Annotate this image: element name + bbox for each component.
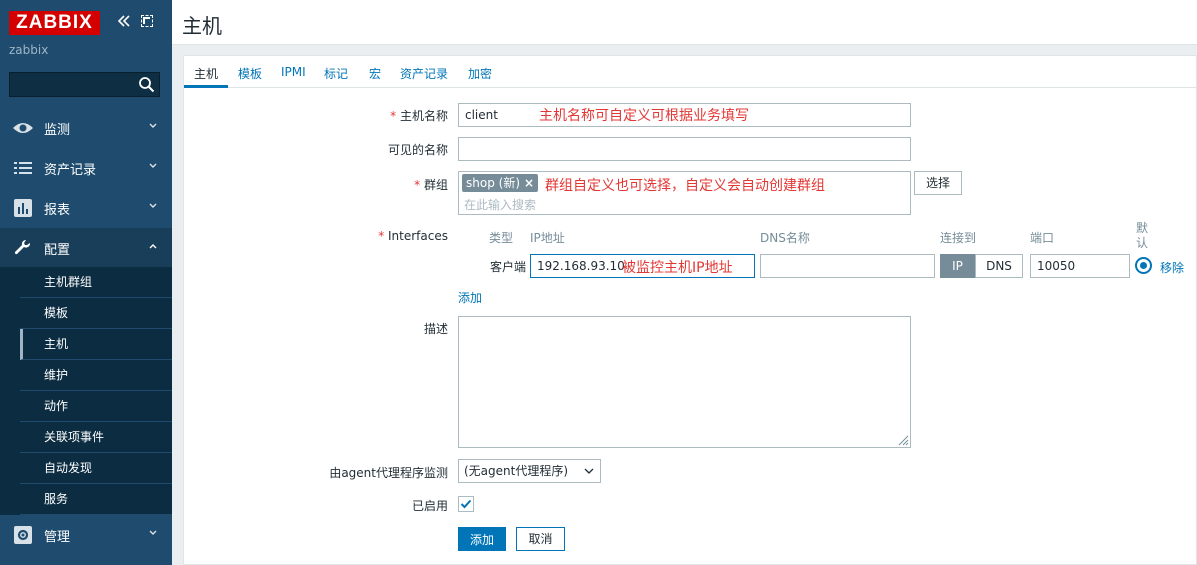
add-interface-link[interactable]: 添加 <box>458 289 482 306</box>
sidebar: ZABBIX zabbix 监测 资产记录 报表 配置 主机群组 模板 主机 维… <box>0 0 172 565</box>
gear-icon <box>12 524 34 546</box>
connect-ip-toggle[interactable]: IP <box>940 254 975 278</box>
interfaces-label: * Interfaces <box>378 229 448 243</box>
kiosk-mode-icon[interactable] <box>141 15 153 27</box>
sidebar-item-administration[interactable]: 管理 <box>0 515 172 555</box>
remove-interface-link[interactable]: 移除 <box>1160 259 1184 276</box>
sidebar-item-reports[interactable]: 报表 <box>0 188 172 228</box>
tab-bar: 主机 模板 IPMI 标记 宏 资产记录 加密 <box>184 56 1197 88</box>
submenu-item-templates[interactable]: 模板 <box>20 298 172 329</box>
bar-chart-icon <box>12 197 34 219</box>
groups-search-input[interactable]: 在此输入搜索 <box>464 196 536 213</box>
chevron-down-icon <box>149 203 157 208</box>
host-form-panel: 主机 模板 IPMI 标记 宏 资产记录 加密 <box>183 55 1197 565</box>
tab-ipmi[interactable]: IPMI <box>281 65 306 79</box>
remove-tag-icon[interactable]: × <box>524 174 534 192</box>
tab-host[interactable]: 主机 <box>194 65 218 82</box>
sidebar-item-configuration[interactable]: 配置 <box>0 228 172 268</box>
enabled-label: 已启用 <box>411 499 448 513</box>
col-header-default: 默认 <box>1136 221 1149 250</box>
zabbix-logo[interactable]: ZABBIX <box>9 11 100 35</box>
tab-templates[interactable]: 模板 <box>238 65 262 82</box>
sidebar-item-label: 管理 <box>44 529 71 545</box>
hostname-annotation: 主机名称可自定义可根据业务填写 <box>539 108 749 124</box>
col-header-type: 类型 <box>489 231 514 245</box>
port-input[interactable]: 10050 <box>1030 254 1130 278</box>
description-label: 描述 <box>423 322 448 336</box>
sidebar-item-monitoring[interactable]: 监测 <box>0 108 172 148</box>
groups-annotation: 群组自定义也可选择，自定义会自动创建群组 <box>545 178 825 194</box>
submenu-item-host-groups[interactable]: 主机群组 <box>20 267 172 298</box>
submenu-item-discovery[interactable]: 自动发现 <box>20 453 172 484</box>
eye-icon <box>12 117 34 139</box>
submenu-item-correlation[interactable]: 关联项事件 <box>20 422 172 453</box>
col-header-ip: IP地址 <box>530 231 565 245</box>
visible-name-input[interactable] <box>458 137 911 161</box>
connect-dns-toggle[interactable]: DNS <box>975 254 1023 278</box>
submenu-gutter <box>0 267 20 515</box>
group-tag: shop (新) × <box>462 174 538 192</box>
tab-macros[interactable]: 宏 <box>369 65 381 82</box>
chevron-up-icon <box>149 244 157 249</box>
site-name: zabbix <box>9 43 49 57</box>
tab-encryption[interactable]: 加密 <box>468 65 492 82</box>
cancel-button[interactable]: 取消 <box>516 527 565 551</box>
page-title: 主机 <box>182 14 222 38</box>
proxy-label: 由agent代理程序监测 <box>329 466 448 480</box>
visible-name-label: 可见的名称 <box>387 143 448 157</box>
select-groups-button[interactable]: 选择 <box>914 171 962 195</box>
submenu-item-maintenance[interactable]: 维护 <box>20 360 172 391</box>
default-interface-radio[interactable] <box>1135 257 1152 274</box>
chevron-down-icon <box>149 163 157 168</box>
hostname-label: * 主机名称 <box>390 109 448 123</box>
tab-tags[interactable]: 标记 <box>324 65 348 82</box>
sidebar-item-label: 配置 <box>44 242 71 258</box>
ip-annotation: 被监控主机IP地址 <box>622 260 733 276</box>
configuration-submenu: 主机群组 模板 主机 维护 动作 关联项事件 自动发现 服务 <box>20 267 172 515</box>
col-header-dns: DNS名称 <box>760 231 810 245</box>
chevron-down-icon <box>149 530 157 535</box>
sidebar-item-label: 监测 <box>44 122 71 138</box>
description-textarea[interactable] <box>458 316 911 448</box>
dns-name-input[interactable] <box>760 254 935 278</box>
chevron-down-icon <box>149 123 157 128</box>
sidebar-item-inventory[interactable]: 资产记录 <box>0 148 172 188</box>
col-header-port: 端口 <box>1030 231 1055 245</box>
groups-label: * 群组 <box>414 178 448 192</box>
interface-type: 客户端 <box>489 260 526 274</box>
wrench-icon <box>12 237 34 259</box>
page-header: 主机 <box>172 0 1197 45</box>
sidebar-item-label: 资产记录 <box>44 162 97 178</box>
submenu-item-actions[interactable]: 动作 <box>20 391 172 422</box>
collapse-sidebar-icon[interactable] <box>116 13 132 29</box>
list-icon <box>12 157 34 179</box>
sidebar-search-input[interactable] <box>9 72 160 97</box>
col-header-connect: 连接到 <box>940 231 977 245</box>
active-tab-indicator <box>184 85 228 88</box>
search-icon[interactable] <box>138 76 155 93</box>
add-button[interactable]: 添加 <box>458 527 506 551</box>
enabled-checkbox[interactable] <box>458 496 474 512</box>
checkmark-icon <box>460 499 472 509</box>
submenu-item-services[interactable]: 服务 <box>20 484 172 515</box>
submenu-item-hosts[interactable]: 主机 <box>20 329 172 360</box>
tab-inventory[interactable]: 资产记录 <box>400 65 448 82</box>
proxy-select[interactable]: (无agent代理程序) <box>458 459 601 483</box>
sidebar-item-label: 报表 <box>44 202 71 218</box>
resize-handle-icon[interactable] <box>897 434 909 446</box>
chevron-down-icon <box>584 468 594 474</box>
